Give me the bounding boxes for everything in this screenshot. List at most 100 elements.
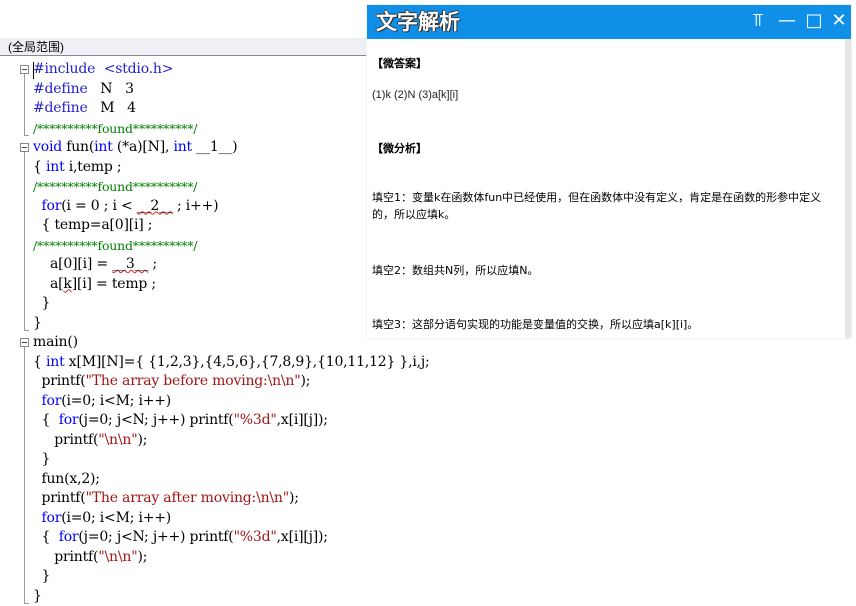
- code-line[interactable]: for(i=0; i<M; i++): [33, 509, 171, 529]
- code-line[interactable]: fun(x,2);: [33, 470, 100, 490]
- error-token: k: [63, 276, 71, 292]
- code-line[interactable]: { temp=a[0][i] ;: [33, 216, 152, 236]
- keyword-token: int: [94, 139, 113, 155]
- code-token: x[M][N]={ {1,2,3},{4,5,6},{7,8,9},{10,11…: [65, 354, 430, 370]
- code-token: );: [137, 432, 147, 448]
- code-token: ,x[i][j]);: [277, 529, 328, 545]
- text-analysis-panel: 文字解析 ⫪ — □ ✕ 【微答案】 (1)k (2)N (3)a[k][i] …: [367, 5, 851, 338]
- code-line[interactable]: }: [33, 450, 50, 470]
- string-token: "\n\n": [98, 549, 137, 565]
- panel-scrollbar[interactable]: [845, 39, 851, 338]
- code-token: ,x[i][j]);: [277, 412, 328, 428]
- code-line[interactable]: /**********found**********/: [33, 119, 197, 139]
- string-token: "%3d": [234, 412, 277, 428]
- code-line[interactable]: main(): [33, 333, 78, 353]
- comment-token: /**********found**********/: [33, 238, 197, 253]
- fold-guide: [24, 152, 25, 330]
- preprocessor-token: #define: [33, 81, 100, 97]
- code-line[interactable]: }: [33, 314, 42, 334]
- code-token: printf(: [33, 373, 86, 389]
- code-token: );: [289, 490, 299, 506]
- code-line[interactable]: printf("\n\n");: [33, 548, 147, 568]
- code-line[interactable]: }: [33, 587, 42, 606]
- keyword-token: for: [33, 393, 61, 409]
- code-token: printf(: [33, 432, 98, 448]
- blank-2-explanation: 填空2：数组共N列，所以应填N。: [372, 262, 834, 279]
- code-line[interactable]: }: [33, 567, 50, 587]
- code-token: }: [33, 588, 42, 604]
- answer-heading: 【微答案】: [372, 55, 427, 71]
- minimize-icon[interactable]: —: [776, 10, 798, 32]
- code-line[interactable]: for(i=0; i<M; i++): [33, 392, 171, 412]
- code-token: i,temp ;: [65, 159, 122, 175]
- code-token: }: [33, 315, 42, 331]
- code-token: {: [33, 354, 46, 370]
- code-token: (j=0; j<N; j++) printf(: [78, 529, 233, 545]
- string-token: "The array before moving:\n\n": [86, 373, 301, 389]
- maximize-icon[interactable]: □: [803, 10, 825, 32]
- fold-guide-end: [24, 330, 29, 331]
- code-token: }: [33, 451, 50, 467]
- code-line[interactable]: { for(j=0; j<N; j++) printf("%3d",x[i][j…: [33, 411, 328, 431]
- code-token: }: [33, 568, 50, 584]
- keyword-token: void: [33, 139, 62, 155]
- code-token: fun(: [62, 139, 94, 155]
- code-line[interactable]: /**********found**********/: [33, 177, 197, 197]
- code-line[interactable]: #define M 4: [33, 99, 136, 119]
- keyword-token: for: [33, 198, 61, 214]
- code-line[interactable]: { int x[M][N]={ {1,2,3},{4,5,6},{7,8,9},…: [33, 353, 430, 373]
- code-token: {: [33, 159, 46, 175]
- close-icon[interactable]: ✕: [828, 10, 850, 32]
- code-line[interactable]: #include <stdio.h>: [33, 60, 173, 80]
- code-line[interactable]: { int i,temp ;: [33, 158, 121, 178]
- blank-1-explanation: 填空1：变量k在函数体fun中已经使用，但在函数体中没有定义，肯定是在函数的形参…: [372, 189, 834, 223]
- fold-guide: [24, 347, 25, 603]
- panel-title: 文字解析: [376, 8, 460, 36]
- code-token: fun(x,2);: [33, 471, 100, 487]
- fold-toggle-icon[interactable]: [20, 338, 29, 347]
- code-line[interactable]: a[0][i] = __3__ ;: [33, 255, 157, 275]
- code-token: (j=0; j<N; j++) printf(: [78, 412, 233, 428]
- fold-toggle-icon[interactable]: [20, 143, 29, 152]
- keyword-token: int: [46, 159, 65, 175]
- code-line[interactable]: printf("\n\n");: [33, 431, 147, 451]
- code-token: }: [33, 295, 50, 311]
- text-caret: [33, 62, 34, 79]
- code-token: {: [33, 529, 59, 545]
- code-token: ][i] = temp ;: [72, 276, 156, 292]
- code-token: N 3: [100, 81, 134, 97]
- string-token: "The array after moving:\n\n": [86, 490, 289, 506]
- code-line[interactable]: for(i = 0 ; i < __2__ ; i++): [33, 197, 218, 217]
- code-token: (i=0; i<M; i++): [61, 510, 171, 526]
- panel-title-bar[interactable]: 文字解析 ⫪ — □ ✕: [367, 5, 851, 39]
- pin-icon[interactable]: ⫪: [747, 10, 769, 32]
- code-token: __1__): [192, 139, 237, 155]
- fold-toggle-icon[interactable]: [20, 65, 29, 74]
- code-token: a[: [33, 276, 63, 292]
- scope-dropdown[interactable]: (全局范围): [0, 38, 366, 56]
- code-token: main(): [33, 334, 78, 350]
- keyword-token: int: [46, 354, 65, 370]
- code-line[interactable]: }: [33, 294, 50, 314]
- string-token: "%3d": [234, 529, 277, 545]
- keyword-token: for: [59, 412, 79, 428]
- code-line[interactable]: #define N 3: [33, 80, 134, 100]
- code-token: ;: [148, 256, 157, 272]
- fold-guide: [24, 74, 25, 135]
- code-line[interactable]: printf("The array before moving:\n\n");: [33, 372, 310, 392]
- keyword-token: for: [33, 510, 61, 526]
- code-line[interactable]: { for(j=0; j<N; j++) printf("%3d",x[i][j…: [33, 528, 328, 548]
- fold-guide-end: [24, 603, 29, 604]
- code-token: (i=0; i<M; i++): [61, 393, 171, 409]
- code-line[interactable]: void fun(int (*a)[N], int __1__): [33, 138, 237, 158]
- code-line[interactable]: a[k][i] = temp ;: [33, 275, 156, 295]
- code-line[interactable]: /**********found**********/: [33, 236, 197, 256]
- comment-token: /**********found**********/: [33, 121, 197, 136]
- code-token: {: [33, 412, 59, 428]
- comment-token: /**********found**********/: [33, 179, 197, 194]
- code-line[interactable]: printf("The array after moving:\n\n");: [33, 489, 299, 509]
- code-token: (*a)[N],: [113, 139, 174, 155]
- code-token: printf(: [33, 490, 86, 506]
- keyword-token: int: [173, 139, 192, 155]
- analysis-heading: 【微分析】: [372, 140, 427, 156]
